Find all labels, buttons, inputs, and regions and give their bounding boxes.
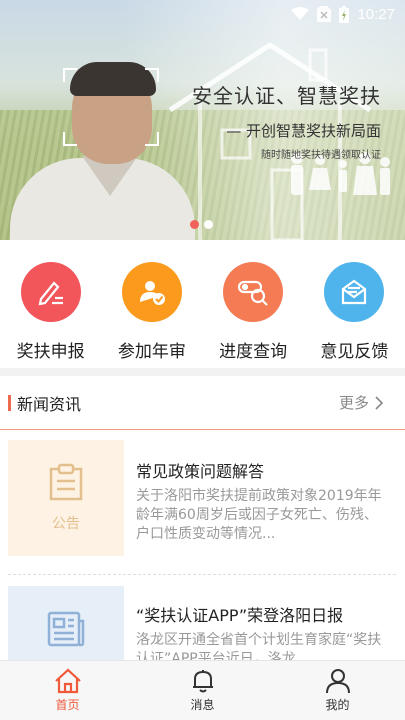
mail-icon [324,262,385,322]
news-summary: 关于洛阳市奖扶提前政策对象2019年年龄年满60周岁后或因子女死亡、伤残、户口性… [136,488,382,542]
section-accent-bar [8,394,11,411]
carousel-indicators[interactable] [190,220,213,229]
tab-messages[interactable]: 消息 [135,661,270,720]
action-progress-query[interactable]: 进度查询 [203,240,304,368]
tab-profile[interactable]: 我的 [270,661,405,720]
news-section-title: 新闻资讯 [17,394,82,414]
news-title: 常见政策问题解答 [136,462,265,481]
news-item[interactable]: 公告 常见政策问题解答 关于洛阳市奖扶提前政策对象2019年年龄年满60周岁后或… [0,440,405,565]
battery-icon [339,5,350,23]
clock: 10:27 [357,5,395,23]
news-more-label: 更多 [338,394,369,412]
action-apply-label: 奖扶申报 [16,342,85,362]
user-check-icon [121,262,182,322]
edit-form-icon [20,262,81,322]
banner-slogan: 安全认证、智慧奖扶 [192,84,381,108]
banner-carousel[interactable]: 安全认证、智慧奖扶 — 开创智慧奖扶新局面 随时随地奖扶待遇领取认证 [0,0,405,240]
search-progress-icon [223,262,284,322]
news-thumbnail-news: 新闻 [8,586,124,666]
tab-messages-label: 消息 [190,698,215,712]
action-annual-review-label: 参加年审 [117,342,186,362]
quick-actions: 奖扶申报 参加年审 进度查询 意见反馈 [0,240,405,368]
home-icon [54,668,81,694]
bell-icon [192,670,213,693]
news-thumbnail-notice: 公告 [8,440,124,556]
carousel-dot-1[interactable] [190,220,199,229]
news-more-link[interactable]: 更多 [339,392,383,413]
news-title: “奖扶认证APP”荣登洛阳日报 [136,606,344,625]
no-sim-icon [317,6,332,22]
banner-caption: 随时随地奖扶待遇领取认证 [261,150,381,161]
tab-profile-label: 我的 [325,698,350,712]
tab-home[interactable]: 首页 [0,661,135,720]
face-scan-frame [63,68,159,146]
news-divider [8,574,396,575]
chevron-right-icon [375,395,383,410]
news-item[interactable]: 新闻 “奖扶认证APP”荣登洛阳日报 洛龙区开通全省首个计划生育家庭“奖扶认证”… [0,586,405,666]
bottom-tab-bar: 首页 消息 我的 [0,660,405,720]
clipboard-icon [49,463,83,501]
carousel-dot-2[interactable] [204,220,213,229]
news-tag: 公告 [52,516,80,532]
newspaper-icon [47,611,85,647]
action-annual-review[interactable]: 参加年审 [101,240,202,368]
user-icon [325,669,350,694]
action-apply[interactable]: 奖扶申报 [0,240,101,368]
banner-subslogan: — 开创智慧奖扶新局面 [226,122,381,140]
section-divider [0,368,405,376]
action-progress-query-label: 进度查询 [219,342,288,362]
action-feedback-label: 意见反馈 [320,342,389,362]
wifi-icon [291,7,310,20]
tab-home-label: 首页 [55,698,80,712]
news-section-header: 新闻资讯 更多 [0,376,405,430]
action-feedback[interactable]: 意见反馈 [304,240,405,368]
status-bar: 10:27 [0,0,405,28]
